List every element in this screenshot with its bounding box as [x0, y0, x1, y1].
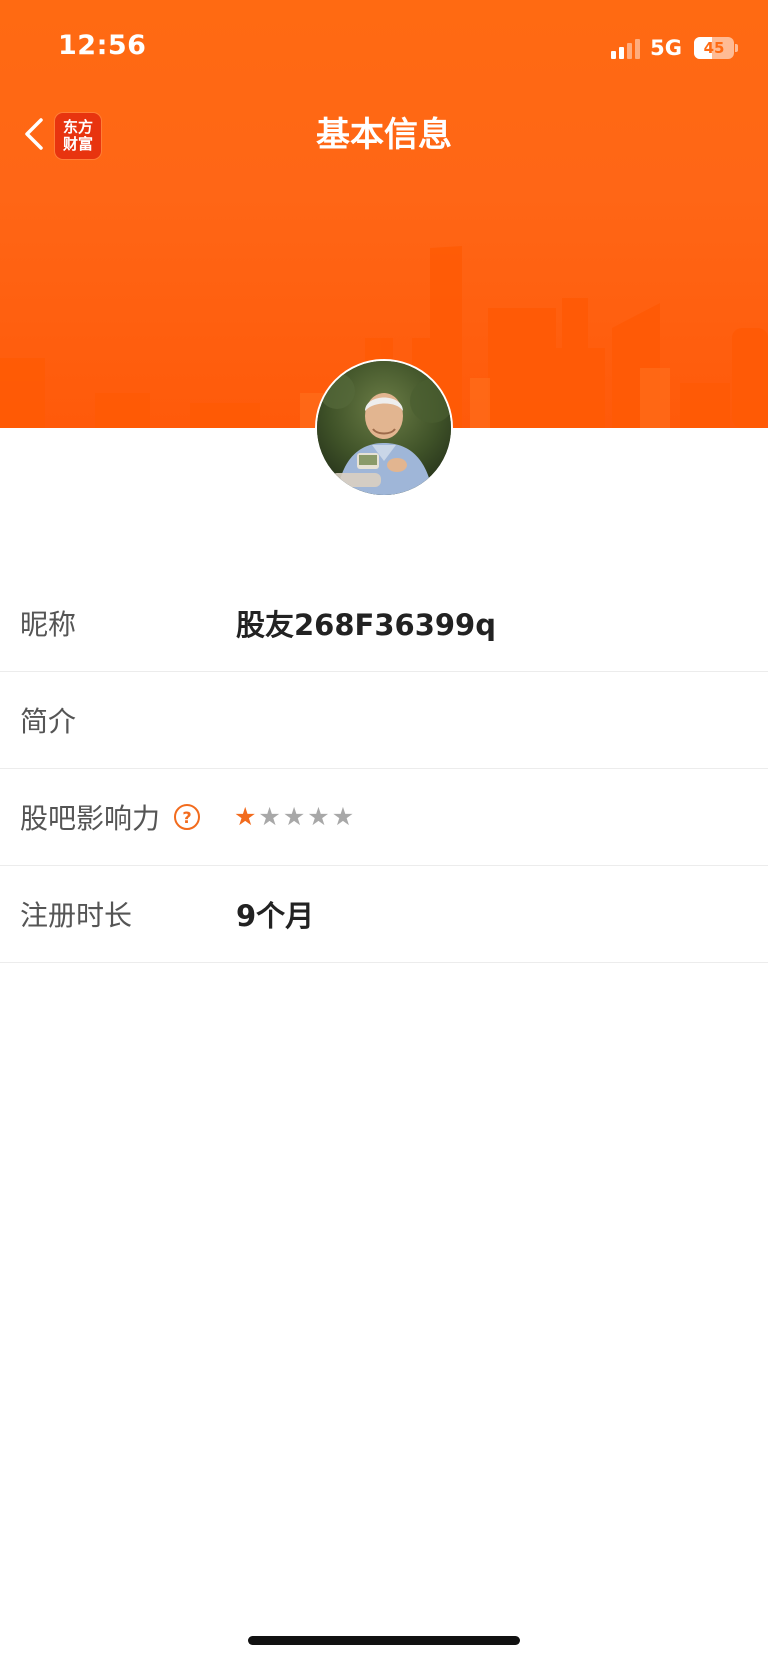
star-empty-icon: ★	[258, 802, 281, 831]
registration-duration-value: 9个月	[236, 899, 315, 933]
nickname-row[interactable]: 昵称 股友268F36399q	[0, 575, 768, 672]
bio-label: 简介	[20, 705, 77, 738]
registration-duration-row: 注册时长 9个月	[0, 866, 768, 963]
status-time: 12:56	[58, 30, 147, 61]
star-empty-icon: ★	[331, 802, 355, 831]
network-type: 5G	[650, 36, 682, 60]
star-filled-icon: ★	[234, 802, 257, 831]
status-indicators: 5G 45	[611, 34, 738, 62]
star-empty-icon: ★	[307, 802, 330, 831]
registration-duration-label: 注册时长	[20, 899, 133, 932]
avatar-photo	[317, 361, 451, 495]
page-title: 基本信息	[316, 115, 452, 155]
nickname-label: 昵称	[20, 608, 77, 641]
influence-label: 股吧影响力	[20, 802, 161, 835]
profile-info-list: 昵称 股友268F36399q 简介 股吧影响力 ? ★ ★ ★ ★ ★ 注册时长 9个…	[0, 575, 768, 963]
influence-row: 股吧影响力 ? ★ ★ ★ ★ ★	[0, 769, 768, 866]
cellular-signal-icon	[611, 37, 641, 59]
nickname-value: 股友268F36399q	[236, 608, 496, 642]
bio-row[interactable]: 简介	[0, 672, 768, 769]
influence-star-rating: ★ ★ ★ ★ ★	[234, 802, 354, 832]
battery-level: 45	[703, 39, 725, 57]
home-indicator[interactable]	[248, 1636, 520, 1645]
star-empty-icon: ★	[282, 802, 306, 831]
help-icon[interactable]: ?	[174, 804, 201, 830]
battery-icon: 45	[694, 37, 738, 59]
influence-label-group: 股吧影响力 ?	[20, 797, 201, 837]
avatar[interactable]	[315, 359, 453, 497]
